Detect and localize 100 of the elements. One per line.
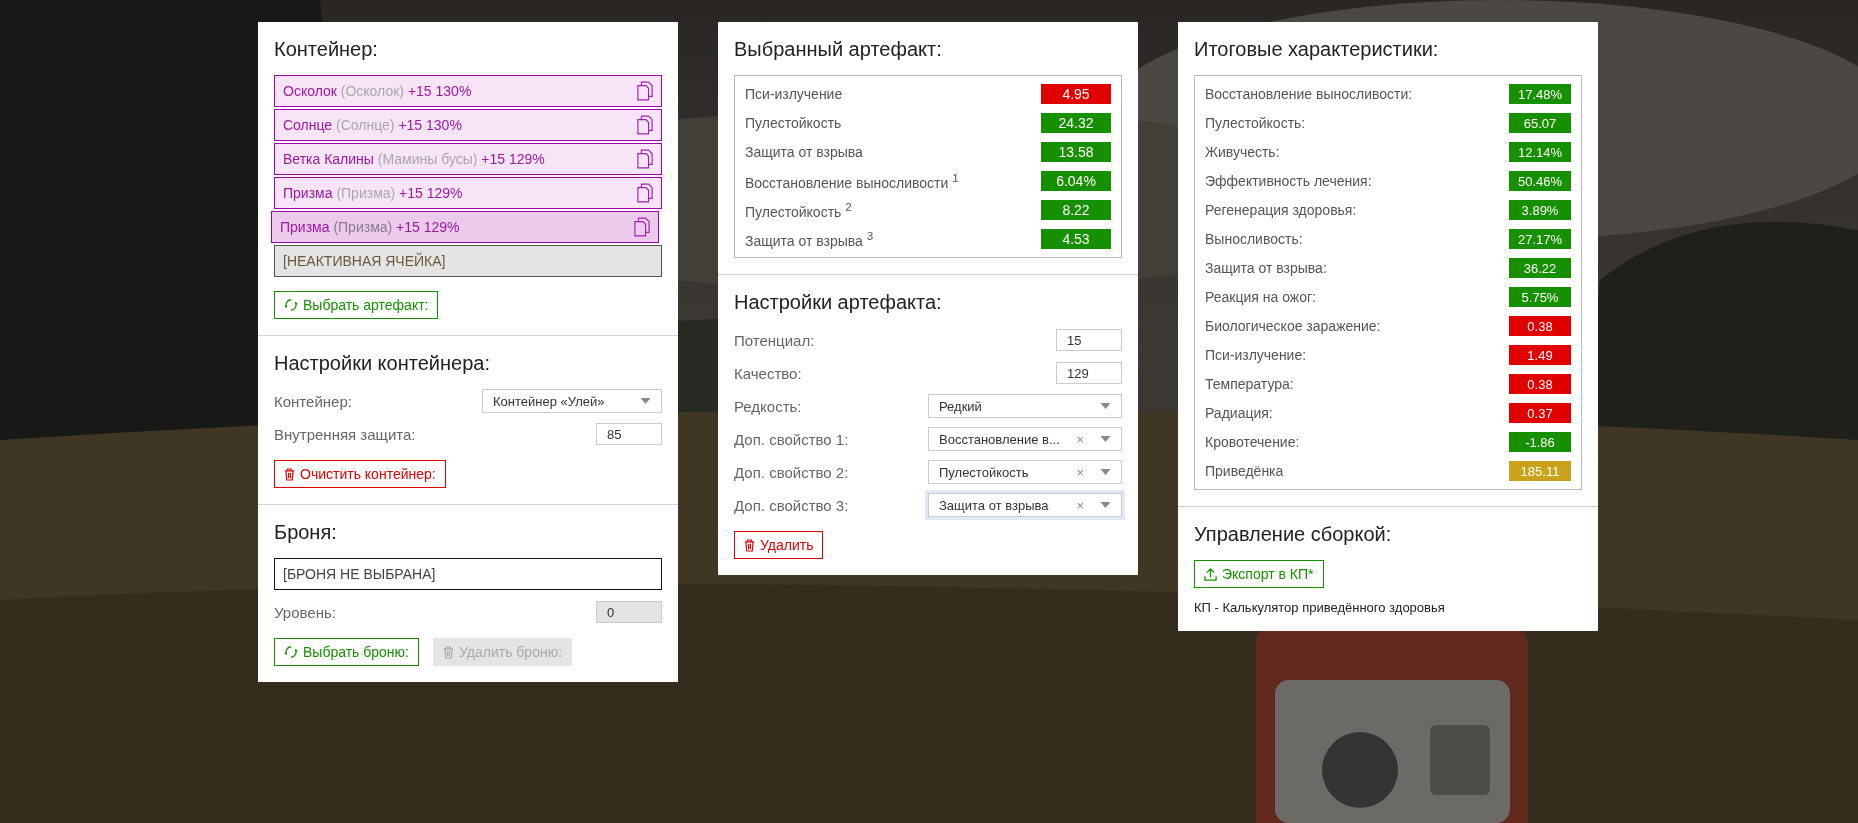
copy-icon[interactable]: [637, 81, 653, 101]
field-label: Потенциал:: [734, 331, 815, 349]
trash-icon: [744, 538, 755, 552]
stat-value: -1.86: [1509, 432, 1571, 452]
delete-artifact-button[interactable]: Удалить: [734, 531, 824, 559]
stat-label: Защита от взрыва: [745, 144, 863, 160]
caret-icon: [1100, 469, 1111, 475]
stat-label: Эффективность лечения:: [1205, 173, 1372, 189]
artifact-label: Солнце (Солнце) +15 130%: [283, 117, 462, 133]
stat-value: 6.04%: [1041, 171, 1111, 191]
trash-icon: [284, 467, 295, 481]
refresh-icon: [284, 298, 298, 312]
field-label: Внутренняя защита:: [274, 425, 416, 443]
refresh-icon: [284, 645, 298, 659]
artifact-slot[interactable]: Призма (Призма) +15 129%: [271, 211, 659, 243]
stat-value: 4.95: [1041, 84, 1111, 104]
copy-icon[interactable]: [634, 217, 650, 237]
number-field[interactable]: 129: [1056, 362, 1122, 384]
artifact-slot[interactable]: Ветка Калины (Мамины бусы) +15 129%: [274, 143, 662, 175]
inactive-slot: [НЕАКТИВНАЯ ЯЧЕЙКА]: [274, 245, 662, 277]
clear-icon[interactable]: ×: [1076, 431, 1084, 447]
field-label: Уровень:: [274, 603, 336, 621]
dropdown[interactable]: Пулестойкость ×: [928, 460, 1122, 484]
field-label: Редкость:: [734, 397, 802, 415]
select-artifact-button[interactable]: Выбрать артефакт:: [274, 291, 439, 319]
clear-container-button[interactable]: Очистить контейнер:: [274, 460, 446, 488]
caret-icon: [640, 398, 651, 404]
stat-value: 4.53: [1041, 229, 1111, 249]
number-field[interactable]: 15: [1056, 329, 1122, 351]
stat-label: Пулестойкость:: [1205, 115, 1306, 131]
section-title: Управление сборкой:: [1194, 523, 1393, 546]
select-armor-button[interactable]: Выбрать броню:: [274, 638, 419, 666]
field-label: Качество:: [734, 364, 802, 382]
artifact-slot[interactable]: Призма (Призма) +15 129%: [274, 177, 662, 209]
stat-label: Защита от взрыва:: [1205, 260, 1327, 276]
export-button[interactable]: Экспорт в КП*: [1194, 560, 1324, 588]
stat-value: 3.89%: [1509, 200, 1571, 220]
field-label: Доп. свойство 2:: [734, 463, 849, 481]
stat-value: 1.49: [1509, 345, 1571, 365]
stat-value: 185.11: [1509, 461, 1571, 481]
copy-icon[interactable]: [637, 183, 653, 203]
section-title: Настройки контейнера:: [274, 352, 491, 375]
stat-value: 65.07: [1509, 113, 1571, 133]
dropdown[interactable]: Защита от взрыва ×: [928, 493, 1122, 517]
section-title: Итоговые характеристики:: [1194, 38, 1440, 61]
section-title: Выбранный артефакт:: [734, 38, 943, 61]
number-field[interactable]: 85: [596, 423, 662, 445]
artifact-label: Призма (Призма) +15 129%: [283, 185, 463, 201]
section-title: Броня:: [274, 521, 338, 544]
stat-label: Температура:: [1205, 376, 1294, 392]
artifact-label: Призма (Призма) +15 129%: [280, 219, 460, 235]
artifact-slot[interactable]: Солнце (Солнце) +15 130%: [274, 109, 662, 141]
stat-label: Живучесть:: [1205, 144, 1280, 160]
stat-value: 27.17%: [1509, 229, 1571, 249]
stat-label: Биологическое заражение:: [1205, 318, 1381, 334]
artifact-label: Ветка Калины (Мамины бусы) +15 129%: [283, 151, 545, 167]
field-label: Доп. свойство 1:: [734, 430, 849, 448]
stat-label: Реакция на ожог:: [1205, 289, 1316, 305]
clear-icon[interactable]: ×: [1076, 497, 1084, 513]
stat-label: Пси-излучение:: [1205, 347, 1307, 363]
dropdown[interactable]: Редкий: [928, 394, 1122, 418]
stat-value: 8.22: [1041, 200, 1111, 220]
artifact-slot[interactable]: Осколок (Осколок) +15 130%: [274, 75, 662, 107]
stat-value: 0.37: [1509, 403, 1571, 423]
armor-slot[interactable]: [БРОНЯ НЕ ВЫБРАНА]: [274, 558, 662, 590]
dropdown[interactable]: Контейнер «Улей»: [482, 389, 662, 413]
stat-label: Пулестойкость $^{2}$: [745, 200, 852, 220]
stat-value: 17.48%: [1509, 84, 1571, 104]
stat-value: 13.58: [1041, 142, 1111, 162]
section-title: Контейнер:: [274, 38, 379, 61]
stat-label: Восстановление выносливости $^{1}$: [745, 171, 959, 191]
field-label: Контейнер:: [274, 392, 352, 410]
upload-icon: [1204, 567, 1217, 581]
stat-value: 50.46%: [1509, 171, 1571, 191]
copy-icon[interactable]: [637, 115, 653, 135]
dropdown[interactable]: Восстановление в... ×: [928, 427, 1122, 451]
trash-icon: [443, 645, 454, 659]
section-title: Настройки артефакта:: [734, 291, 943, 314]
caret-icon: [1100, 502, 1111, 508]
note-text: КП - Калькулятор приведённого здоровья: [1194, 600, 1446, 615]
stat-value: 5.75%: [1509, 287, 1571, 307]
artifact-label: Осколок (Осколок) +15 130%: [283, 83, 472, 99]
stat-label: Регенерация здоровья:: [1205, 202, 1357, 218]
stat-value: 36.22: [1509, 258, 1571, 278]
stat-value: 0.38: [1509, 316, 1571, 336]
stat-label: Пси-излучение: [745, 86, 843, 102]
copy-icon[interactable]: [637, 149, 653, 169]
field-label: Доп. свойство 3:: [734, 496, 849, 514]
stat-label: Кровотечение:: [1205, 434, 1300, 450]
stat-label: Защита от взрыва $^{3}$: [745, 229, 874, 249]
clear-icon[interactable]: ×: [1076, 464, 1084, 480]
caret-icon: [1100, 436, 1111, 442]
stat-label: Восстановление выносливости:: [1205, 86, 1413, 102]
stat-value: 0.38: [1509, 374, 1571, 394]
stat-label: Выносливость:: [1205, 231, 1303, 247]
stat-label: Радиация:: [1205, 405, 1273, 421]
stat-label: Приведёнка: [1205, 463, 1284, 479]
stat-value: 12.14%: [1509, 142, 1571, 162]
stat-label: Пулестойкость: [745, 115, 842, 131]
stat-value: 24.32: [1041, 113, 1111, 133]
